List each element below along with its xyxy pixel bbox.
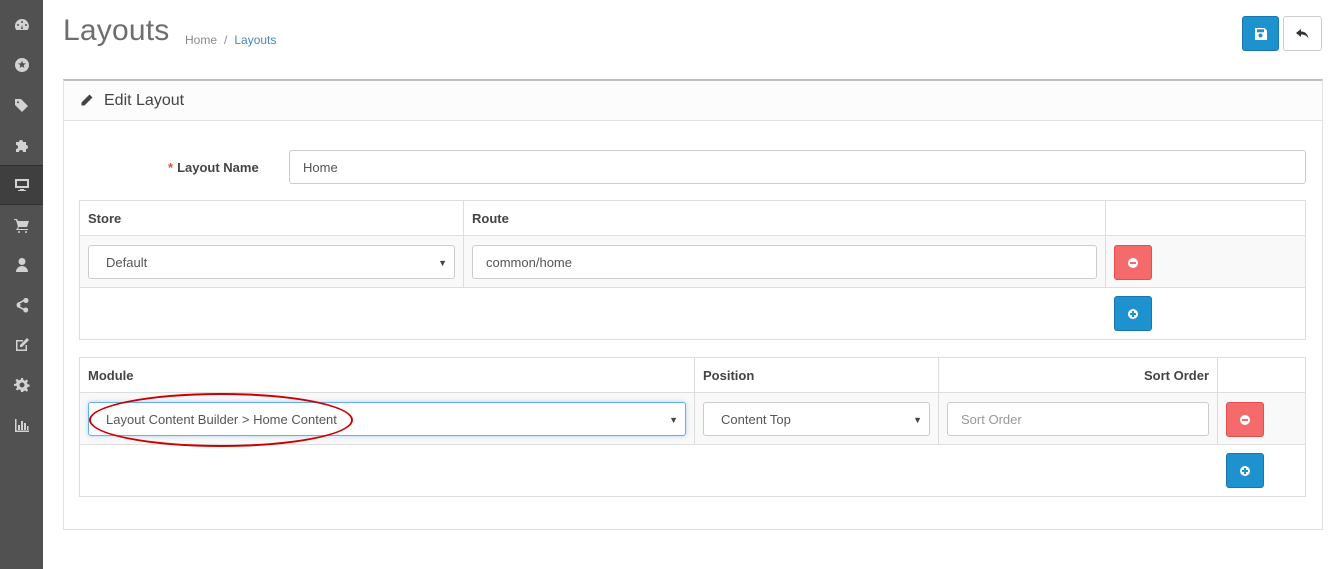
plus-circle-icon bbox=[1240, 465, 1250, 476]
layout-name-input[interactable]: Home bbox=[289, 150, 1306, 184]
sidebar-item-catalog[interactable] bbox=[0, 45, 43, 85]
store-select[interactable]: Default ▼ bbox=[88, 245, 455, 279]
caret-down-icon: ▼ bbox=[669, 415, 678, 425]
page-title: Layouts bbox=[63, 14, 170, 47]
breadcrumb-layouts-link[interactable]: Layouts bbox=[234, 33, 276, 47]
sidebar-item-marketing[interactable] bbox=[0, 285, 43, 325]
position-select[interactable]: Content Top ▼ bbox=[703, 402, 930, 436]
modules-header-action bbox=[1218, 358, 1305, 393]
edit-icon bbox=[15, 338, 29, 351]
layout-name-label: * Layout Name bbox=[168, 160, 259, 175]
settings-icon bbox=[13, 378, 30, 392]
routes-header-store: Store bbox=[80, 201, 464, 236]
extensions-icon bbox=[15, 140, 28, 152]
breadcrumb-home-link[interactable]: Home bbox=[185, 33, 217, 47]
sidebar-item-reports[interactable] bbox=[0, 405, 43, 445]
sidebar-item-customers[interactable] bbox=[0, 245, 43, 285]
minus-circle-icon bbox=[1128, 257, 1138, 268]
required-asterisk: * bbox=[168, 160, 174, 175]
store-select-value: Default bbox=[106, 254, 148, 270]
position-select-value: Content Top bbox=[721, 411, 791, 427]
sidebar-item-dashboard[interactable] bbox=[0, 5, 43, 45]
sidebar bbox=[0, 0, 43, 569]
sidebar-item-tags[interactable] bbox=[0, 85, 43, 125]
remove-route-button[interactable] bbox=[1114, 245, 1152, 280]
customer-icon bbox=[15, 258, 28, 272]
save-button[interactable] bbox=[1242, 16, 1279, 51]
sidebar-item-settings[interactable] bbox=[0, 365, 43, 405]
modules-header-module: Module bbox=[80, 358, 695, 393]
add-route-button[interactable] bbox=[1114, 296, 1152, 331]
pencil-icon bbox=[80, 94, 93, 107]
routes-header-route: Route bbox=[464, 201, 1106, 236]
layout-name-label-text: Layout Name bbox=[177, 160, 259, 175]
cart-icon bbox=[13, 219, 29, 233]
catalog-icon bbox=[14, 58, 29, 72]
module-select-value: Layout Content Builder > Home Content bbox=[106, 411, 337, 427]
breadcrumb-separator: / bbox=[224, 33, 228, 47]
sidebar-item-cms[interactable] bbox=[0, 325, 43, 365]
sidebar-item-sales[interactable] bbox=[0, 205, 43, 245]
add-module-button[interactable] bbox=[1226, 453, 1264, 488]
minus-circle-icon bbox=[1240, 414, 1250, 425]
dashboard-icon bbox=[14, 19, 29, 30]
sort-order-input[interactable]: Sort Order bbox=[947, 402, 1209, 436]
sidebar-item-design[interactable] bbox=[0, 165, 43, 205]
caret-down-icon: ▼ bbox=[438, 258, 447, 268]
sidebar-item-extensions[interactable] bbox=[0, 125, 43, 165]
breadcrumb: Home / Layouts bbox=[185, 33, 276, 47]
caret-down-icon: ▼ bbox=[913, 415, 922, 425]
panel-heading: Edit Layout bbox=[64, 81, 1322, 121]
modules-header-position: Position bbox=[695, 358, 939, 393]
tags-icon bbox=[14, 99, 28, 112]
design-icon bbox=[14, 179, 29, 191]
plus-circle-icon bbox=[1128, 308, 1138, 319]
reports-icon bbox=[14, 419, 29, 432]
back-button[interactable] bbox=[1283, 16, 1322, 51]
share-icon bbox=[16, 297, 28, 313]
remove-module-button[interactable] bbox=[1226, 402, 1264, 437]
floppy-disk-icon bbox=[1254, 27, 1267, 40]
routes-header-action bbox=[1106, 201, 1305, 236]
panel-title: Edit Layout bbox=[104, 91, 185, 109]
route-input[interactable]: common/home bbox=[472, 245, 1097, 279]
modules-header-sort-order: Sort Order bbox=[939, 358, 1218, 393]
reply-icon bbox=[1296, 28, 1309, 39]
module-select[interactable]: Layout Content Builder > Home Content ▼ bbox=[88, 402, 686, 436]
